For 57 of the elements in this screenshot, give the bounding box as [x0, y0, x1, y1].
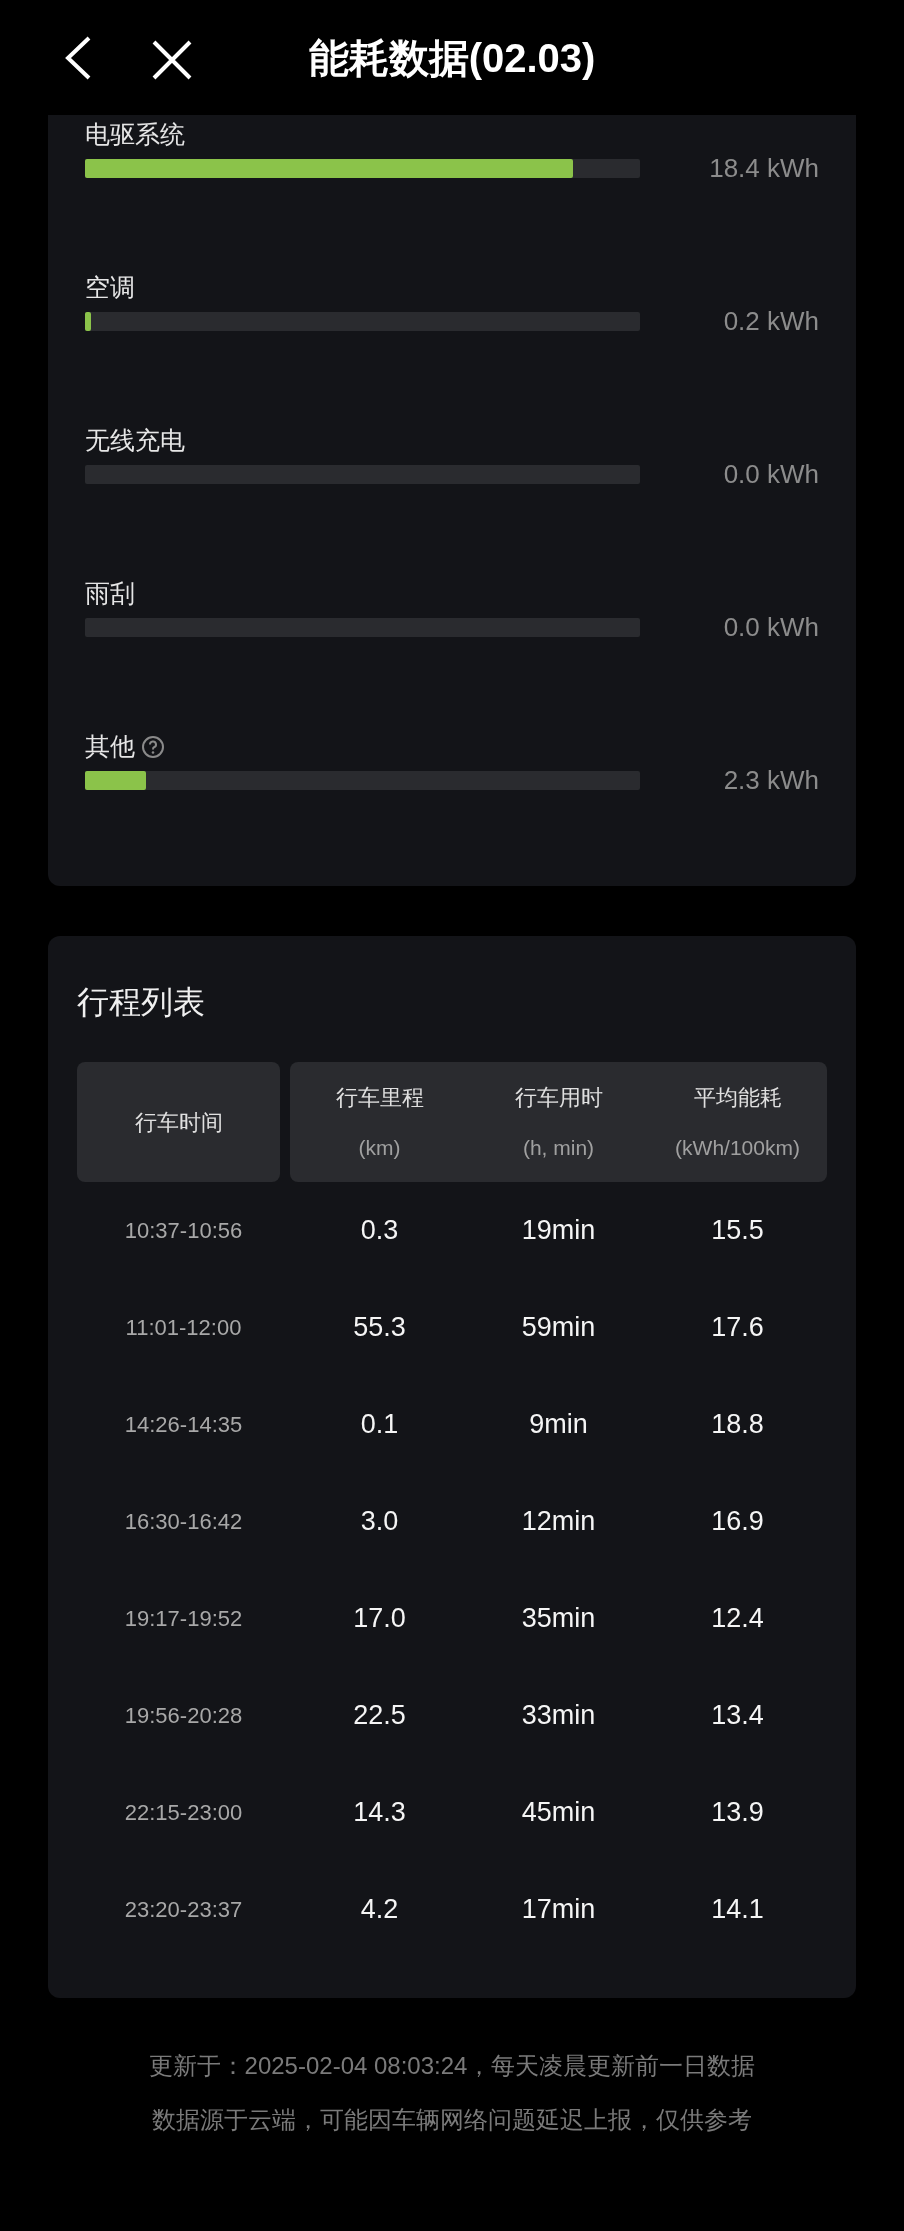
table-cell-text: 17.0 [353, 1602, 406, 1636]
back-icon [65, 36, 91, 80]
table-cell-text: 13.9 [711, 1796, 764, 1830]
usage-value: 2.3 kWh [723, 764, 819, 797]
category-label: 无线充电 [85, 425, 185, 457]
category-label: 雨刮 [85, 578, 135, 610]
usage-value: 18.4 kWh [709, 152, 819, 185]
table-cell-text: 22:15-23:00 [124, 1799, 243, 1827]
table-cell-text: 12min [521, 1505, 596, 1539]
help-icon[interactable] [141, 735, 165, 759]
footer-note: 更新于：2025-02-04 08:03:24，每天凌晨更新前一日数据 [148, 2051, 756, 2081]
page-title: 能耗数据(02.03) [308, 35, 596, 80]
category-label: 其他 [85, 731, 135, 763]
table-cell-text: 17.6 [711, 1311, 764, 1345]
usage-value: 0.2 kWh [723, 305, 819, 338]
table-cell-text: 14.3 [353, 1796, 406, 1830]
table-cell-text: 19:17-19:52 [124, 1605, 243, 1633]
table-cell-text: 23:20-23:37 [124, 1896, 243, 1924]
table-cell-text: 35min [521, 1602, 596, 1636]
table-cell-text: 45min [521, 1796, 596, 1830]
table-cell-text: 14:26-14:35 [124, 1411, 243, 1439]
table-cell-text: 59min [521, 1311, 596, 1345]
table-cell-text: 11:01-12:00 [125, 1314, 242, 1342]
category-label: 电驱系统 [85, 119, 185, 151]
table-cell-text: 4.2 [360, 1893, 399, 1927]
close-button[interactable] [150, 38, 194, 82]
table-cell-text: 0.3 [360, 1214, 399, 1248]
table-cell-text: 16.9 [711, 1505, 764, 1539]
table-cell-text: 14.1 [711, 1893, 764, 1927]
close-icon [152, 40, 192, 80]
table-cell-text: 13.4 [711, 1699, 764, 1733]
table-cell-text: 17min [521, 1893, 596, 1927]
table-cell-text: 3.0 [360, 1505, 399, 1539]
table-cell-text: 55.3 [353, 1311, 406, 1345]
table-cell-text: 16:30-16:42 [124, 1508, 243, 1536]
usage-value: 0.0 kWh [723, 458, 819, 491]
footer-note: 数据源于云端，可能因车辆网络问题延迟上报，仅供参考 [152, 2105, 752, 2135]
category-label: 空调 [85, 272, 135, 304]
usage-value: 0.0 kWh [723, 611, 819, 644]
column-unit: (kWh/100km) [675, 1134, 800, 1161]
section-title: 行程列表 [77, 983, 206, 1022]
column-heading: 平均能耗 [693, 1083, 782, 1112]
table-cell-text: 9min [529, 1408, 588, 1442]
table-cell-text: 22.5 [353, 1699, 406, 1733]
table-cell-text: 12.4 [711, 1602, 764, 1636]
table-cell-text: 15.5 [711, 1214, 764, 1248]
table-cell-text: 10:37-10:56 [124, 1217, 243, 1245]
table-cell-text: 0.1 [360, 1408, 399, 1442]
table-cell-text: 19min [521, 1214, 596, 1248]
column-unit: (km) [358, 1134, 401, 1161]
table-cell-text: 33min [521, 1699, 596, 1733]
table-header-cell: 行车时间 [77, 1062, 280, 1182]
column-unit: (h, min) [522, 1134, 595, 1161]
table-cell-text: 19:56-20:28 [124, 1702, 243, 1730]
table-cell-text: 18.8 [711, 1408, 764, 1442]
column-heading: 行车用时 [514, 1083, 603, 1112]
column-heading: 行车里程 [335, 1083, 424, 1112]
